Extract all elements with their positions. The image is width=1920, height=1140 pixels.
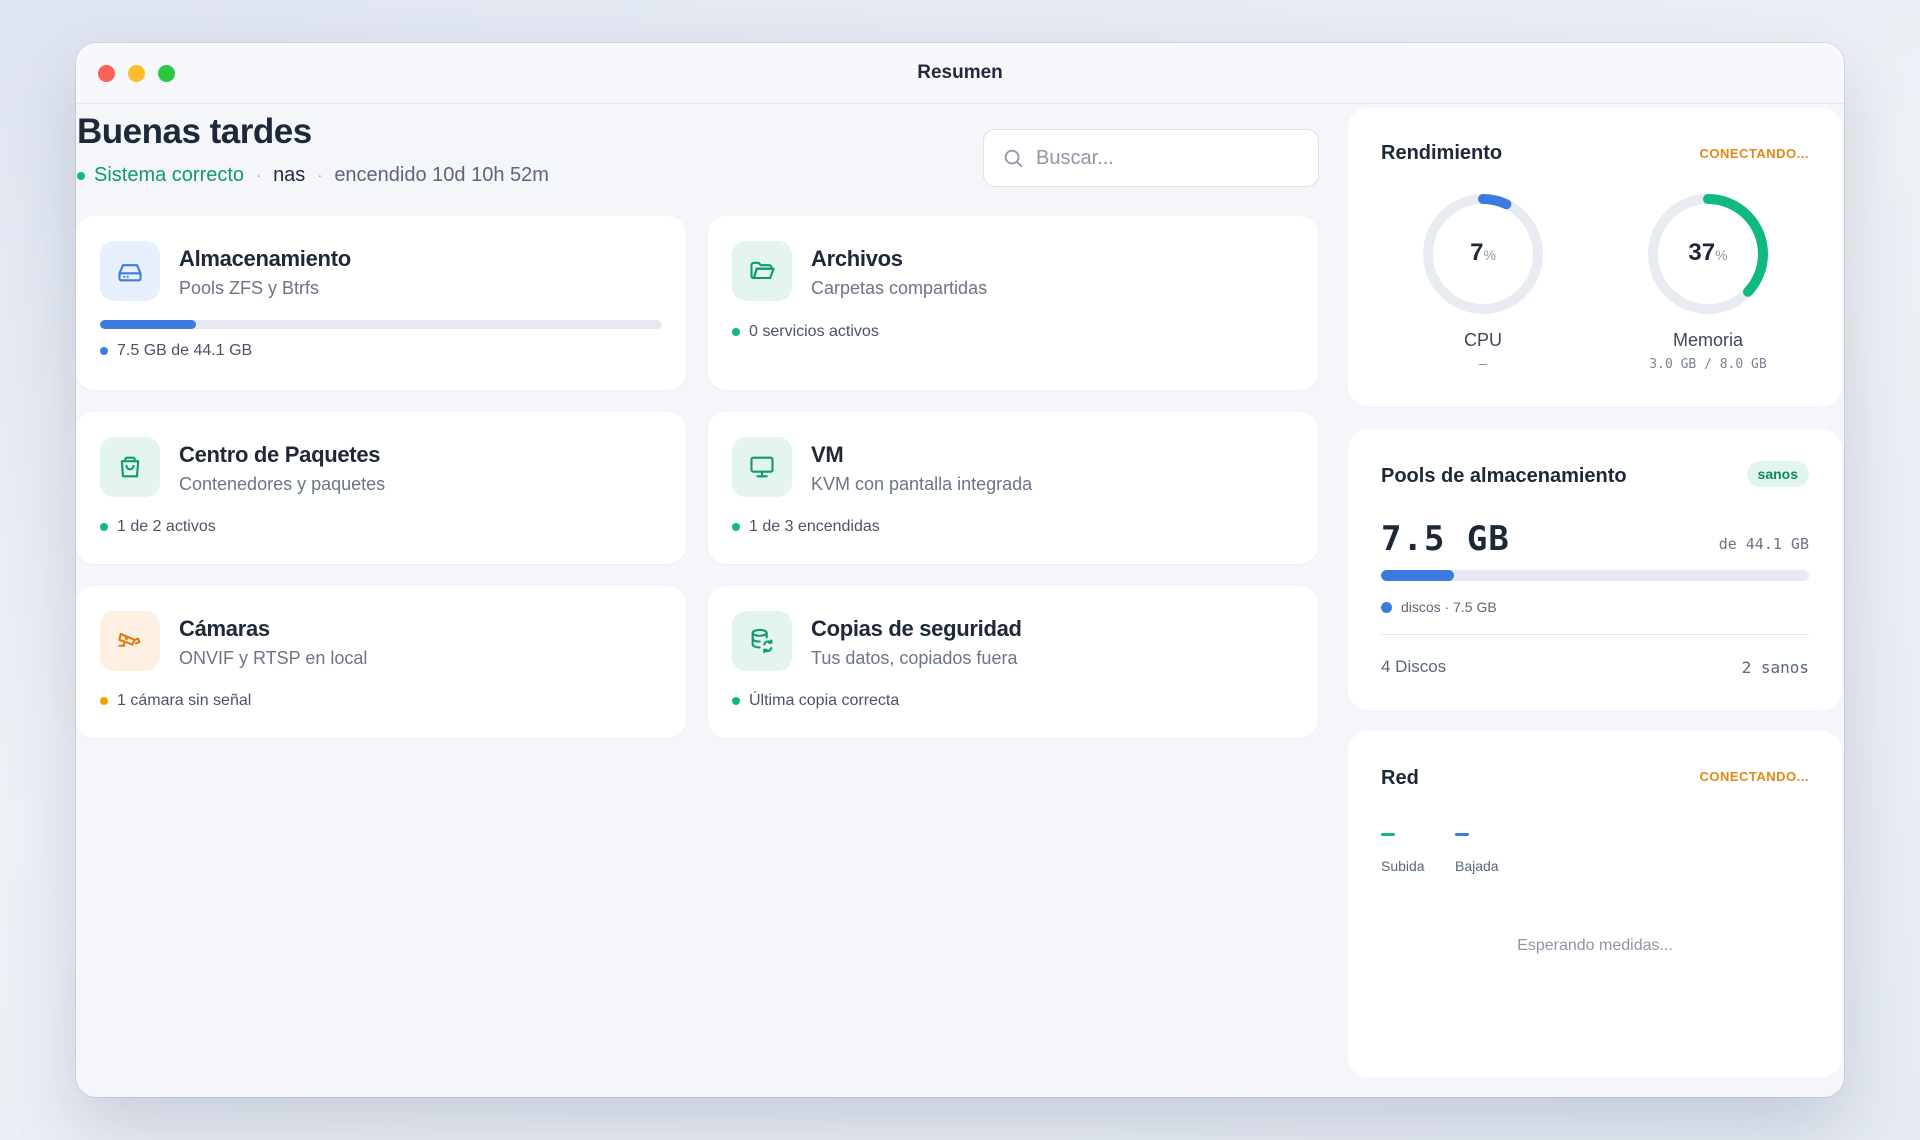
camera-icon (100, 611, 160, 671)
maximize-button[interactable] (158, 65, 175, 82)
card-title: Archivos (811, 246, 903, 271)
status-dot (100, 523, 108, 531)
pool-legend: discos · 7.5 GB (1381, 599, 1497, 615)
status-badge: sanos (1746, 461, 1809, 487)
pool-total-value: de 44.1 GB (1718, 535, 1809, 553)
card-title: VM (811, 442, 844, 467)
card-title: Rendimiento (1381, 142, 1503, 164)
card-status: 1 de 3 encendidas (732, 518, 880, 536)
drive-icon (100, 241, 160, 301)
pool-usage-bar (1381, 570, 1809, 581)
folder-icon (732, 241, 792, 301)
card-status-text: 0 servicios activos (749, 323, 879, 340)
storage-card[interactable]: Almacenamiento Pools ZFS y Btrfs 7.5 GB … (76, 216, 686, 390)
upload-label: Subida (1381, 858, 1425, 874)
status-dot (77, 171, 85, 180)
storage-pools-card[interactable]: Pools de almacenamiento sanos 7.5 GB de … (1348, 429, 1842, 710)
card-status: 0 servicios activos (732, 323, 879, 341)
app-window: Resumen Buenas tardes Sistema correcto ·… (76, 43, 1844, 1097)
healthy-count: 2 sanos (1741, 658, 1809, 677)
search-input[interactable] (1036, 146, 1286, 170)
search-icon (1004, 149, 1023, 168)
system-status: Sistema correcto (94, 164, 245, 186)
card-title: Red (1381, 767, 1419, 789)
close-button[interactable] (98, 65, 115, 82)
card-title: Copias de seguridad (811, 616, 1022, 641)
window-title: Resumen (917, 62, 1003, 83)
upload-value-placeholder (1381, 833, 1395, 836)
legend-dot (1381, 601, 1392, 613)
card-subtitle: Contenedores y paquetes (179, 474, 386, 494)
card-title: Almacenamiento (179, 246, 351, 271)
card-status: 7.5 GB de 44.1 GB (100, 342, 252, 360)
status-dot (100, 697, 108, 705)
title-bar: Resumen (76, 43, 1844, 104)
card-status: 1 cámara sin señal (100, 692, 251, 710)
backups-card[interactable]: Copias de seguridad Tus datos, copiados … (708, 586, 1318, 738)
card-status-text: 7.5 GB de 44.1 GB (117, 342, 253, 359)
monitor-icon (732, 437, 792, 497)
system-status-line: Sistema correcto · nas · encendido 10d 1… (77, 164, 549, 187)
card-subtitle: KVM con pantalla integrada (811, 474, 1033, 494)
card-status-text: 1 de 2 activos (117, 518, 216, 535)
cpu-label: CPU (1463, 330, 1502, 350)
status-dot (732, 523, 740, 531)
separator: · (317, 167, 323, 184)
memory-detail: 3.0 GB / 8.0 GB (1649, 357, 1767, 372)
card-subtitle: Tus datos, copiados fuera (811, 648, 1018, 668)
card-subtitle: Pools ZFS y Btrfs (179, 278, 320, 298)
card-status: 1 de 2 activos (100, 518, 216, 536)
legend-text: discos · 7.5 GB (1401, 599, 1497, 615)
hostname: nas (273, 164, 306, 186)
memory-gauge: 37% (1643, 189, 1773, 319)
memory-value: 37% (1688, 239, 1728, 266)
card-status-text: 1 de 3 encendidas (749, 518, 880, 535)
card-status-text: Última copia correcta (749, 692, 900, 709)
card-subtitle: Carpetas compartidas (811, 278, 988, 298)
memory-label: Memoria (1672, 330, 1743, 350)
card-subtitle: ONVIF y RTSP en local (179, 648, 368, 668)
storage-usage-bar (100, 320, 662, 329)
separator: · (256, 167, 262, 184)
database-sync-icon (732, 611, 792, 671)
cpu-detail: – (1479, 357, 1487, 372)
download-value-placeholder (1455, 833, 1469, 836)
status-dot (732, 697, 740, 705)
status-dot (732, 328, 740, 336)
disk-count: 4 Discos (1381, 657, 1447, 676)
connection-state: CONECTANDO... (1699, 769, 1809, 784)
uptime: encendido 10d 10h 52m (334, 164, 549, 186)
pool-used-value: 7.5 GB (1381, 519, 1510, 559)
divider (1381, 634, 1809, 635)
files-card[interactable]: Archivos Carpetas compartidas 0 servicio… (708, 216, 1318, 390)
pool-usage-fill (1381, 570, 1454, 581)
packages-card[interactable]: Centro de Paquetes Contenedores y paquet… (76, 412, 686, 564)
storage-usage-fill (100, 320, 196, 329)
window-controls (98, 65, 175, 82)
bag-icon (100, 437, 160, 497)
cpu-value: 7% (1470, 239, 1496, 266)
vm-card[interactable]: VM KVM con pantalla integrada 1 de 3 enc… (708, 412, 1318, 564)
performance-card: Rendimiento CONECTANDO... 7% CPU – 37% M… (1348, 108, 1842, 406)
status-dot (100, 347, 108, 355)
waiting-message: Esperando medidas... (1517, 937, 1673, 954)
card-title: Pools de almacenamiento (1381, 465, 1627, 487)
cameras-card[interactable]: Cámaras ONVIF y RTSP en local 1 cámara s… (76, 586, 686, 738)
card-status-text: 1 cámara sin señal (117, 692, 252, 709)
card-status: Última copia correcta (732, 692, 899, 710)
card-title: Centro de Paquetes (179, 442, 381, 467)
minimize-button[interactable] (128, 65, 145, 82)
greeting-block: Buenas tardes Sistema correcto · nas · e… (77, 112, 549, 187)
connection-state: CONECTANDO... (1699, 146, 1809, 161)
page-title: Buenas tardes (77, 112, 312, 151)
cpu-gauge: 7% (1418, 189, 1548, 319)
card-title: Cámaras (179, 616, 270, 641)
download-label: Bajada (1455, 858, 1499, 874)
network-card: Red CONECTANDO... Subida Bajada Esperand… (1348, 731, 1842, 1077)
search-box[interactable] (983, 129, 1319, 187)
